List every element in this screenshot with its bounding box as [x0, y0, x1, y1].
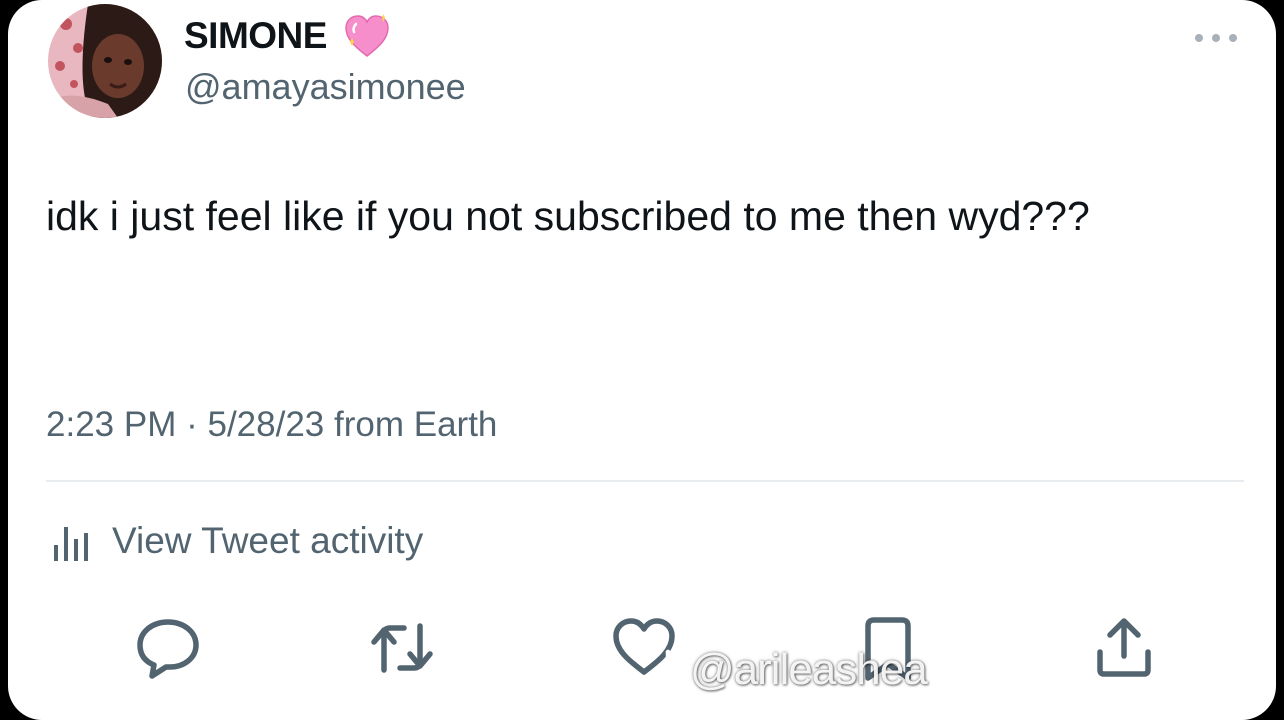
- sparkling-heart-icon: [345, 14, 389, 57]
- user-handle[interactable]: @amayasimonee: [185, 66, 466, 108]
- tweet-card: SIMONE @amayasimonee idk i just feel lik…: [8, 0, 1276, 720]
- meta-separator: ·: [186, 405, 198, 444]
- tweet-source: from Earth: [334, 405, 498, 444]
- tweet-date[interactable]: 5/28/23: [207, 405, 324, 444]
- tweet-text: idk i just feel like if you not subscrib…: [46, 193, 1090, 239]
- display-name[interactable]: SIMONE: [184, 14, 327, 58]
- more-options-icon[interactable]: [1190, 30, 1242, 46]
- retweet-icon[interactable]: [366, 612, 438, 684]
- bar-chart-icon: [54, 527, 88, 561]
- avatar[interactable]: [48, 4, 162, 118]
- view-tweet-activity-label: View Tweet activity: [112, 520, 424, 561]
- divider: [46, 480, 1244, 482]
- reply-icon[interactable]: [132, 612, 204, 684]
- tiktok-watermark: @arileashea: [648, 640, 928, 700]
- view-tweet-activity-link[interactable]: View Tweet activity: [52, 513, 423, 569]
- tweet-meta: 2:23 PM · 5/28/23 from Earth: [46, 400, 497, 450]
- tiktok-icon: [648, 649, 683, 691]
- watermark-text: @arileashea: [690, 645, 928, 694]
- profile-photo: [48, 4, 162, 118]
- share-icon[interactable]: [1088, 612, 1160, 684]
- tweet-time[interactable]: 2:23 PM: [46, 405, 176, 444]
